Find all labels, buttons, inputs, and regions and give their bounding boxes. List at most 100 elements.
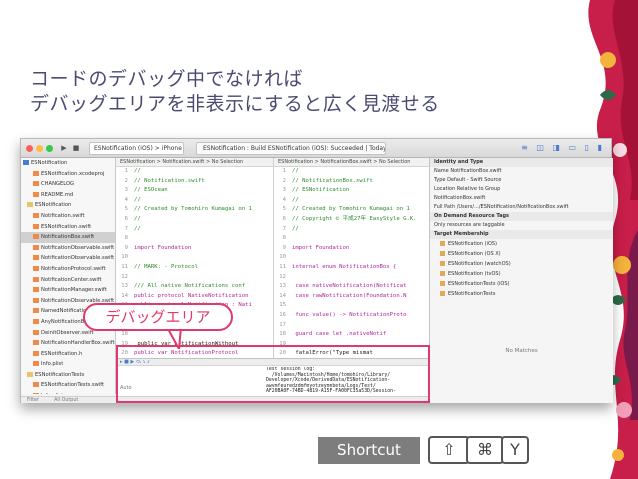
navigator-item[interactable]: ESNotification.swift <box>21 222 115 233</box>
code-line[interactable]: 10 <box>116 253 273 263</box>
code-line[interactable]: 5 // Created by Tomohiro Kumagai on 1 <box>116 205 273 215</box>
code-text: // <box>134 168 141 174</box>
toolbar-view-icons[interactable]: ≡ ◫ ◨ ▭ ▯ ▮ <box>521 143 605 152</box>
code-line[interactable]: 13 case nativeNotification(Notificat <box>274 282 429 292</box>
filter-field[interactable]: Filter <box>27 398 39 403</box>
slide-title-line2: デバッグエリアを非表示にすると広く見渡せる <box>30 93 440 115</box>
target-label: ESNotificationTests <box>448 291 496 297</box>
navigator-item[interactable]: ESNotificationTests <box>21 370 115 381</box>
navigator-item[interactable]: ESNotification <box>21 158 115 169</box>
code-line[interactable]: 14 public protocol NativeNotification <box>116 292 273 302</box>
navigator-item[interactable]: NotificationHandlerBox.swift <box>21 338 115 349</box>
target-membership-item[interactable]: ESNotification (OS X) <box>430 249 613 259</box>
inspector-row[interactable]: Only resources are taggable <box>430 221 613 230</box>
navigator-item[interactable]: NotificationObservable.swift <box>21 243 115 254</box>
target-membership-item[interactable]: ESNotification (tvOS) <box>430 269 613 279</box>
output-selector[interactable]: All Output <box>54 398 78 403</box>
navigator-item[interactable]: NotificationObservable.swift <box>21 253 115 264</box>
code-line[interactable]: 11 // MARK: - Protocol <box>116 263 273 273</box>
code-line[interactable]: 16 func value() -> NotificationProto <box>274 311 429 321</box>
navigator-item[interactable]: NotificationProtocol.swift <box>21 264 115 275</box>
navigator-item[interactable]: NotificationCenter.swift <box>21 275 115 286</box>
navigator-item[interactable]: NotificationBox.swift <box>21 232 115 243</box>
code-line[interactable]: 17 <box>274 321 429 331</box>
zoom-window-button[interactable] <box>46 145 53 152</box>
file-icon <box>33 287 39 293</box>
navigator-item[interactable]: ESNotification <box>21 200 115 211</box>
line-number: 3 <box>282 187 286 194</box>
code-line[interactable]: 9 import Foundation <box>116 244 273 254</box>
code-line[interactable]: 6 // Copyright © 平成27年 EasyStyle G.K. <box>274 215 429 225</box>
run-icon[interactable]: ▶ <box>59 143 69 154</box>
code-line[interactable]: 10 <box>274 253 429 263</box>
navigator-item[interactable]: ESNotification.h <box>21 349 115 360</box>
code-line[interactable]: 4 // <box>274 196 429 206</box>
navigator-item[interactable]: NotificationManager.swift <box>21 285 115 296</box>
navigator-item[interactable]: ESNotification.xcodeproj <box>21 169 115 180</box>
navigator-item-label: ESNotification.swift <box>41 223 92 230</box>
code-line[interactable]: 2 // NotificationBox.swift <box>274 177 429 187</box>
code-line[interactable]: 6 // <box>116 215 273 225</box>
code-line[interactable]: 13 /// All native Notifications conf <box>116 282 273 292</box>
code-line[interactable]: 8 <box>274 234 429 244</box>
code-line[interactable]: 15 <box>274 301 429 311</box>
jump-bar-left[interactable]: ESNotification > Notification.swift > No… <box>116 158 273 167</box>
code-line[interactable]: 7 // <box>116 225 273 235</box>
target-label: ESNotification (watchOS) <box>448 261 511 267</box>
navigator-item[interactable]: Info.plist <box>21 391 115 394</box>
line-number: 13 <box>121 283 128 290</box>
navigator-item[interactable]: README.md <box>21 190 115 201</box>
code-line[interactable]: 12 <box>116 273 273 283</box>
code-text: // MARK: - Protocol <box>134 263 198 270</box>
editor-right[interactable]: ESNotification > NotificationBox.swift >… <box>274 158 429 358</box>
navigator-item[interactable]: ESNotificationTests.swift <box>21 380 115 391</box>
code-text: // <box>292 168 299 174</box>
file-icon <box>33 361 39 367</box>
code-line[interactable]: 9 import Foundation <box>274 244 429 254</box>
inspector-row[interactable]: Name NotificationBox.swift <box>430 167 613 176</box>
code-line[interactable]: 1 // <box>274 167 429 177</box>
inspector-row[interactable]: NotificationBox.swift <box>430 194 613 203</box>
line-number: 13 <box>279 283 286 290</box>
code-line[interactable]: 14 case rawNotification(Foundation.N <box>274 292 429 302</box>
project-navigator: ESNotification ESNotification.xcodeproj CH… <box>21 158 116 394</box>
inspector-row[interactable]: Type Default - Swift Source <box>430 176 613 185</box>
close-window-button[interactable] <box>26 145 33 152</box>
jump-bar-right[interactable]: ESNotification > NotificationBox.swift >… <box>274 158 429 167</box>
target-membership-item[interactable]: ESNotification (watchOS) <box>430 259 613 269</box>
target-membership-item[interactable]: ESNotificationTests (iOS) <box>430 279 613 289</box>
code-line[interactable]: 2 // Notification.swift <box>116 177 273 187</box>
scheme-selector[interactable]: ESNotification (iOS) > iPhone <box>89 142 184 155</box>
code-line[interactable]: 18 guard case let .nativeNotif <box>274 330 429 340</box>
code-line[interactable]: 3 // ESOcean <box>116 186 273 196</box>
code-line[interactable]: 5 // Created by Tomohiro Kumagai on 1 <box>274 205 429 215</box>
navigator-item[interactable]: Notification.swift <box>21 211 115 222</box>
navigator-item-label: NotificationHandlerBox.swift <box>41 340 115 347</box>
line-number: 8 <box>124 235 128 242</box>
code-line[interactable]: 11 internal enum NotificationBox { <box>274 263 429 273</box>
navigator-item[interactable]: CHANGELOG <box>21 179 115 190</box>
target-membership-item[interactable]: ESNotification (iOS) <box>430 239 613 249</box>
target-icon <box>440 261 445 266</box>
inspector-row[interactable]: Full Path /Users/.../ESNotification/Noti… <box>430 203 613 212</box>
code-text: // Notification.swift <box>134 177 205 184</box>
file-inspector: Identity and Type Name NotificationBox.sw… <box>429 158 613 403</box>
target-membership-item[interactable]: ESNotificationTests <box>430 289 613 299</box>
code-line[interactable]: 8 <box>116 234 273 244</box>
code-line[interactable]: 1 // <box>116 167 273 177</box>
target-icon <box>440 291 445 296</box>
line-number: 18 <box>279 331 286 338</box>
stop-icon[interactable]: ■ <box>71 143 81 154</box>
code-line[interactable]: 4 // <box>116 196 273 206</box>
line-number: 12 <box>121 273 128 280</box>
minimize-window-button[interactable] <box>36 145 43 152</box>
line-number: 9 <box>124 244 128 251</box>
code-line[interactable]: 12 <box>274 273 429 283</box>
navigator-item[interactable]: Info.plist <box>21 359 115 370</box>
code-line[interactable]: 7 // <box>274 225 429 235</box>
navigator-item-label: ESNotification <box>31 160 68 166</box>
target-label: ESNotification (OS X) <box>448 251 501 257</box>
inspector-row[interactable]: Location Relative to Group <box>430 185 613 194</box>
code-line[interactable]: 18 <box>116 330 273 340</box>
code-line[interactable]: 3 // ESNotification <box>274 186 429 196</box>
